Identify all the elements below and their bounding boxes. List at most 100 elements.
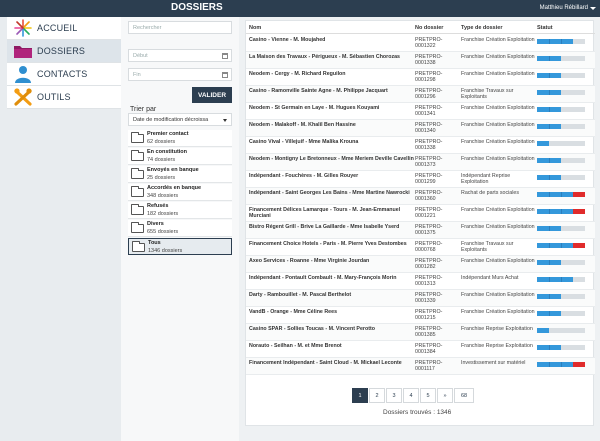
- cell-type: Franchise Travaux sur Exploitants: [461, 241, 514, 253]
- cell-dossier: PRETPRO-0001298: [415, 71, 443, 83]
- cell-nom[interactable]: Bistro Régent Grill - Brive La Gaillarde…: [249, 224, 414, 230]
- table-row[interactable]: Casino - Ramonville Sainte Agne - M. Phi…: [246, 86, 595, 103]
- folder-item-envoyes-en-banque[interactable]: Envoyés en banque 25 dossiers: [128, 166, 232, 183]
- cell-nom[interactable]: Neodem - Cergy - M. Richard Reguilon: [249, 71, 414, 77]
- folder-item-accordes-en-banque[interactable]: Accordés en banque 348 dossiers: [128, 184, 232, 201]
- table-row[interactable]: Financement Délices Lamarque - Tours - M…: [246, 205, 595, 222]
- table-row[interactable]: La Maison des Travaux - Périgueux - M. S…: [246, 52, 595, 69]
- cell-nom[interactable]: Financement Choice Hotels - Paris - M. P…: [249, 241, 414, 247]
- table-row[interactable]: Financement Choice Hotels - Paris - M. P…: [246, 239, 595, 256]
- cell-nom[interactable]: Axeo Services - Roanne - Mme Virginie Jo…: [249, 258, 414, 264]
- sidebar-item-outils[interactable]: OUTILS: [7, 86, 121, 109]
- status-progress: [537, 175, 585, 180]
- cell-nom[interactable]: Financement Indépendant - Saint Cloud - …: [249, 360, 414, 366]
- pagination: 1 2 3 4 5 » 68: [352, 388, 475, 403]
- status-progress: [537, 243, 585, 248]
- page-button[interactable]: 3: [386, 388, 402, 403]
- calendar-icon[interactable]: [222, 72, 228, 78]
- table-row[interactable]: Indépendant - Pontault Combault - M. Mar…: [246, 273, 595, 290]
- table-row[interactable]: Axeo Services - Roanne - Mme Virginie Jo…: [246, 256, 595, 273]
- cell-nom[interactable]: Casino - Ramonville Sainte Agne - M. Phi…: [249, 88, 414, 94]
- folder-item-divers[interactable]: Divers 655 dossiers: [128, 220, 232, 237]
- cell-type: Franchise Création Exploitation: [461, 105, 535, 111]
- folder-item-premier-contact[interactable]: Premier contact 62 dossiers: [128, 130, 232, 147]
- page-button[interactable]: 2: [369, 388, 385, 403]
- status-progress: [537, 90, 585, 95]
- table-row[interactable]: VandB - Orange - Mme Céline Rees PRETPRO-…: [246, 307, 595, 324]
- folder-item-en-constitution[interactable]: En constitution 74 dossiers: [128, 148, 232, 165]
- table-row[interactable]: Neodem - Montigny Le Bretonneux - Mme Me…: [246, 154, 595, 171]
- chevron-down-icon[interactable]: [590, 7, 596, 10]
- table-row[interactable]: Indépendant - Fouchères - M. Gilles Rouy…: [246, 171, 595, 188]
- folder-icon: [132, 241, 145, 252]
- table-row[interactable]: Neodem - Cergy - M. Richard Reguilon PRET…: [246, 69, 595, 86]
- folder-icon: [13, 42, 33, 60]
- cell-nom[interactable]: Financement Délices Lamarque - Tours - M…: [249, 207, 414, 219]
- status-segment: [549, 39, 561, 44]
- column-header-statut[interactable]: Statut: [537, 25, 553, 31]
- sort-label: Trier par: [130, 106, 157, 113]
- table-row[interactable]: Indépendant - Saint Georges Les Bains - …: [246, 188, 595, 205]
- sort-select[interactable]: Date de modification décroissa: [128, 113, 232, 126]
- cell-dossier: PRETPRO-0001375: [415, 224, 443, 236]
- cell-nom[interactable]: Indépendant - Saint Georges Les Bains - …: [249, 190, 414, 196]
- validate-button[interactable]: VALIDER: [192, 87, 232, 103]
- cell-nom[interactable]: Neodem - Malakoff - M. Khalil Ben Hassin…: [249, 122, 414, 128]
- last-page-button[interactable]: 68: [454, 388, 474, 403]
- search-input[interactable]: Rechercher: [128, 21, 232, 34]
- status-segment: [573, 90, 585, 95]
- status-progress: [537, 73, 585, 78]
- column-header-nom[interactable]: Nom: [249, 25, 261, 31]
- column-header-dossier[interactable]: No dossier: [415, 25, 443, 31]
- cell-nom[interactable]: VandB - Orange - Mme Céline Rees: [249, 309, 414, 315]
- status-segment: [561, 260, 573, 265]
- folder-name: Refusés: [147, 203, 169, 209]
- end-date-field[interactable]: Fin: [128, 68, 232, 81]
- cell-nom[interactable]: Norauto - Seilhan - M. et Mme Brenot: [249, 343, 414, 349]
- table-row[interactable]: Casino Vival - Villejuif - Mme Malika Kr…: [246, 137, 595, 154]
- column-header-type[interactable]: Type de dossier: [461, 25, 502, 31]
- table-row[interactable]: Neodem - St Germain en Laye - M. Hugues …: [246, 103, 595, 120]
- page-button[interactable]: 5: [420, 388, 436, 403]
- start-date-field[interactable]: Début: [128, 49, 232, 62]
- cell-nom[interactable]: Casino SPAR - Sollies Toucas - M. Vincen…: [249, 326, 414, 332]
- star-icon: [13, 19, 33, 37]
- cell-nom[interactable]: La Maison des Travaux - Périgueux - M. S…: [249, 54, 414, 60]
- cell-dossier: PRETPRO-0001322: [415, 37, 443, 49]
- status-segment: [549, 328, 561, 333]
- status-segment: [573, 107, 585, 112]
- cell-nom[interactable]: Indépendant - Pontault Combault - M. Mar…: [249, 275, 414, 281]
- status-segment: [537, 209, 549, 214]
- cell-dossier: PRETPRO-0001360: [415, 190, 443, 202]
- table-row[interactable]: Casino - Vienne - M. Moujahed PRETPRO-000…: [246, 35, 595, 52]
- cell-nom[interactable]: Neodem - St Germain en Laye - M. Hugues …: [249, 105, 414, 111]
- table-row[interactable]: Bistro Régent Grill - Brive La Gaillarde…: [246, 222, 595, 239]
- next-page-button[interactable]: »: [437, 388, 453, 403]
- cell-nom[interactable]: Casino - Vienne - M. Moujahed: [249, 37, 414, 43]
- sidebar-item-contacts[interactable]: CONTACTS: [7, 63, 121, 86]
- folder-item-tous[interactable]: Tous 1346 dossiers: [128, 238, 232, 255]
- cell-nom[interactable]: Neodem - Montigny Le Bretonneux - Mme Me…: [249, 156, 414, 162]
- sidebar-item-accueil[interactable]: ACCUEIL: [7, 17, 121, 40]
- status-segment: [549, 90, 561, 95]
- status-segment: [537, 73, 549, 78]
- cell-type: Franchise Création Exploitation: [461, 37, 535, 43]
- sidebar-item-dossiers[interactable]: DOSSIERS: [7, 40, 121, 63]
- table-row[interactable]: Norauto - Seilhan - M. et Mme Brenot PRET…: [246, 341, 595, 358]
- status-segment: [549, 192, 561, 197]
- cell-nom[interactable]: Casino Vival - Villejuif - Mme Malika Kr…: [249, 139, 414, 145]
- status-segment: [561, 277, 573, 282]
- page-button[interactable]: 1: [352, 388, 368, 403]
- folder-item-refuses[interactable]: Refusés 182 dossiers: [128, 202, 232, 219]
- cell-nom[interactable]: Darty - Rambouillet - M. Pascal Berthelo…: [249, 292, 414, 298]
- sidebar-item-label: ACCUEIL: [37, 23, 78, 33]
- table-row[interactable]: Darty - Rambouillet - M. Pascal Berthelo…: [246, 290, 595, 307]
- page-button[interactable]: 4: [403, 388, 419, 403]
- user-menu[interactable]: Matthieu Rébillard: [540, 5, 588, 11]
- chevron-down-icon[interactable]: [223, 119, 227, 122]
- calendar-icon[interactable]: [222, 53, 228, 59]
- table-row[interactable]: Neodem - Malakoff - M. Khalil Ben Hassin…: [246, 120, 595, 137]
- cell-nom[interactable]: Indépendant - Fouchères - M. Gilles Rouy…: [249, 173, 414, 179]
- table-row[interactable]: Casino SPAR - Sollies Toucas - M. Vincen…: [246, 324, 595, 341]
- table-row[interactable]: Financement Indépendant - Saint Cloud - …: [246, 358, 595, 375]
